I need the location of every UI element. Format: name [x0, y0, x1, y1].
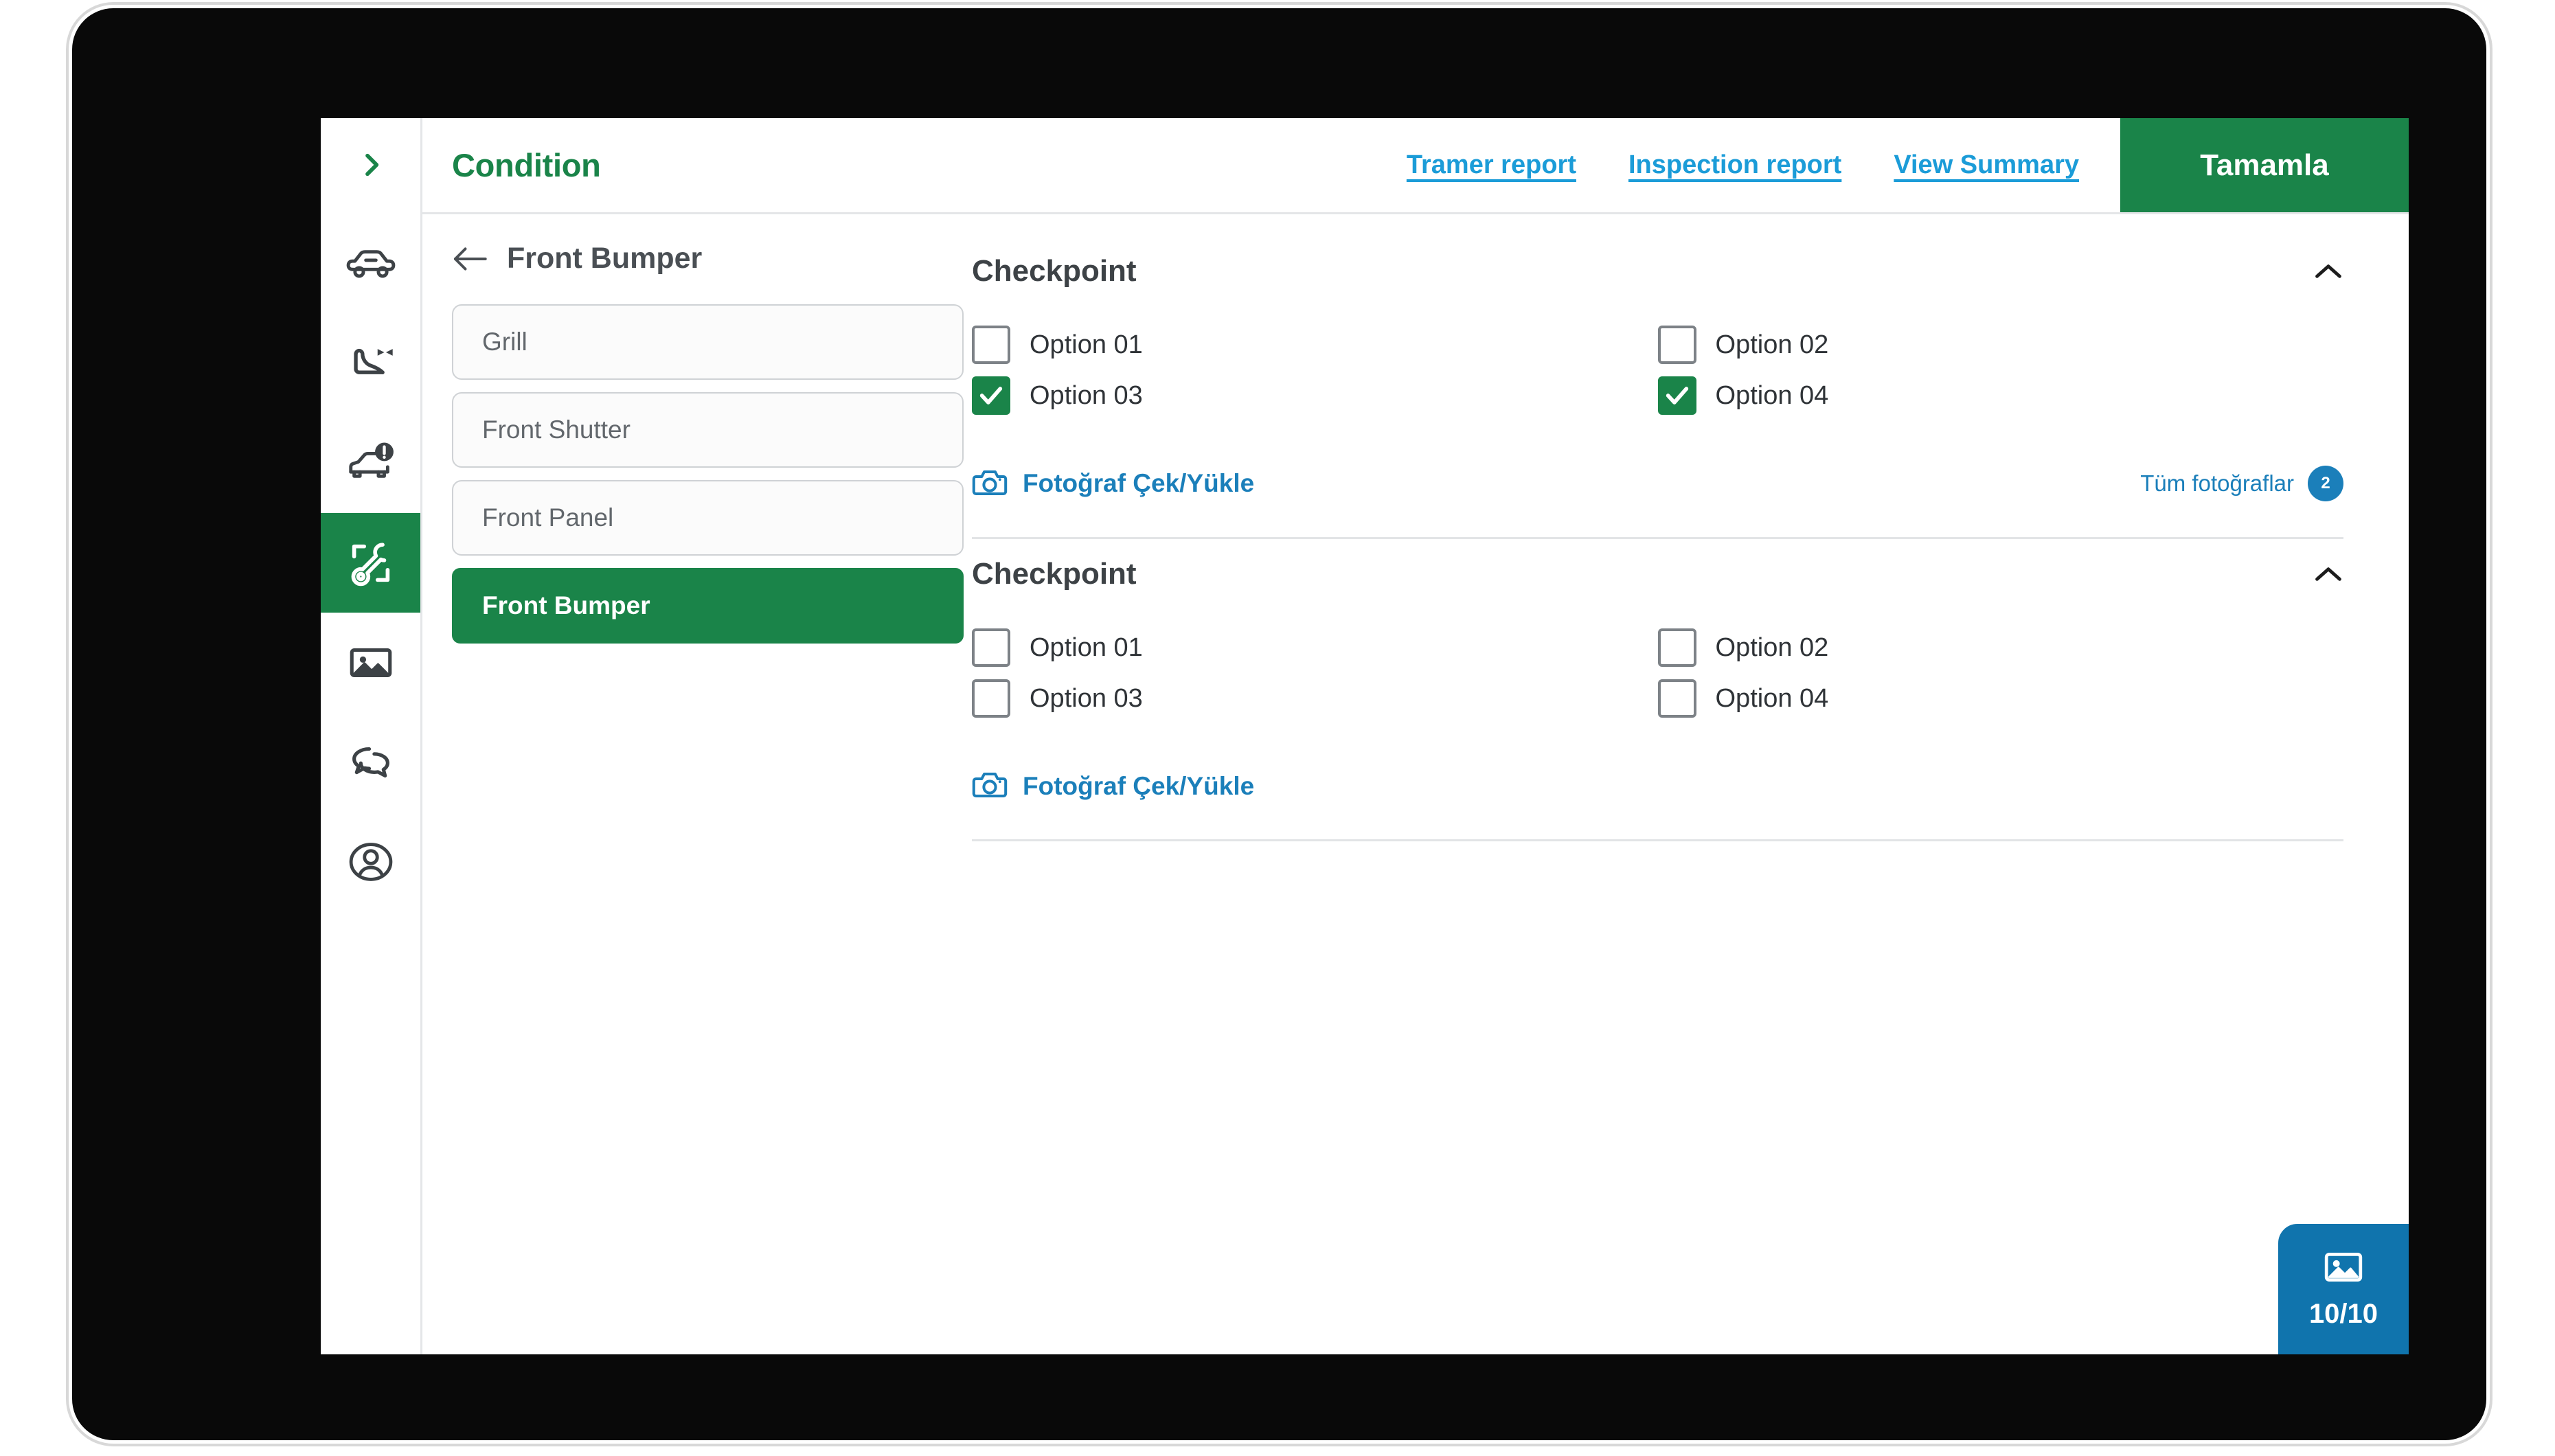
parts-panel-title: Front Bumper	[507, 242, 702, 275]
checkbox-box[interactable]	[972, 679, 1010, 718]
checkbox-option-01[interactable]: Option 01	[972, 326, 1658, 364]
app-body: Front Bumper Grill Front Shutter Front P…	[422, 214, 2409, 1354]
view-summary-link[interactable]: View Summary	[1894, 150, 2079, 180]
app-header: Condition Tramer report Inspection repor…	[422, 118, 2409, 214]
checkbox-box[interactable]	[1658, 628, 1696, 667]
take-upload-photo-button[interactable]: Fotoğraf Çek/Yükle	[972, 769, 1254, 804]
take-upload-photo-label: Fotoğraf Çek/Yükle	[1023, 772, 1254, 801]
sidebar-item-chat[interactable]	[321, 712, 420, 812]
all-photos-label: Tüm fotoğraflar	[2140, 470, 2294, 497]
gallery-fab-count: 10/10	[2309, 1299, 2378, 1330]
checkpoint-header: Checkpoint	[972, 542, 2343, 591]
checkbox-label: Option 02	[1716, 633, 1829, 663]
checkpoint-footer: Fotoğraf Çek/Yükle	[972, 769, 2343, 839]
part-item-grill[interactable]: Grill	[452, 304, 964, 380]
checkpoint-options: Option 01 Option 02	[972, 326, 2343, 415]
checkbox-label: Option 01	[1030, 633, 1143, 663]
chat-icon	[344, 736, 398, 789]
inspection-report-link[interactable]: Inspection report	[1628, 150, 1841, 180]
tools-icon	[344, 536, 398, 590]
tablet-frame: Condition Tramer report Inspection repor…	[72, 8, 2486, 1440]
take-upload-photo-button[interactable]: Fotoğraf Çek/Yükle	[972, 466, 1254, 501]
take-upload-photo-label: Fotoğraf Çek/Yükle	[1023, 469, 1254, 498]
checkbox-box[interactable]	[1658, 679, 1696, 718]
checkbox-label: Option 03	[1030, 684, 1143, 714]
part-item-front-panel[interactable]: Front Panel	[452, 480, 964, 556]
car-icon	[344, 238, 398, 291]
checkbox-option-02[interactable]: Option 02	[1658, 326, 2344, 364]
checkbox-box[interactable]	[972, 376, 1010, 415]
checkpoint-section: Checkpoint Option 01	[972, 542, 2343, 844]
sidebar-item-vehicle[interactable]	[321, 214, 420, 314]
sidebar-item-condition[interactable]	[321, 513, 420, 613]
checkbox-option-01[interactable]: Option 01	[972, 628, 1658, 667]
checkbox-label: Option 04	[1716, 381, 1829, 411]
checkpoints-list: Checkpoint Option 01	[972, 214, 2409, 1354]
checkpoint-section: Checkpoint Option 01	[972, 239, 2343, 542]
app-screen: Condition Tramer report Inspection repor…	[321, 118, 2409, 1354]
sidebar-item-damage[interactable]	[321, 413, 420, 513]
sidebar-expand-button[interactable]	[321, 118, 420, 214]
complete-button[interactable]: Tamamla	[2120, 118, 2409, 212]
header-links: Tramer report Inspection report View Sum…	[601, 118, 2120, 212]
main-area: Condition Tramer report Inspection repor…	[422, 118, 2409, 1354]
chevron-up-icon[interactable]	[2313, 262, 2343, 281]
user-icon	[345, 837, 396, 887]
checkpoint-options: Option 01 Option 02	[972, 628, 2343, 718]
checkpoint-title: Checkpoint	[972, 557, 1137, 591]
parts-panel: Front Bumper Grill Front Shutter Front P…	[422, 214, 972, 1354]
chevron-up-icon[interactable]	[2313, 565, 2343, 584]
chevron-right-icon	[357, 146, 385, 187]
checkpoint-title: Checkpoint	[972, 254, 1137, 288]
image-icon	[345, 637, 396, 688]
car-alert-icon	[344, 437, 398, 490]
road-icon	[344, 337, 398, 391]
sidebar-item-profile[interactable]	[321, 812, 420, 911]
section-divider	[972, 839, 2343, 841]
sidebar-items	[321, 214, 420, 911]
image-icon	[2322, 1249, 2365, 1289]
checkbox-option-03[interactable]: Option 03	[972, 376, 1658, 415]
part-item-front-shutter[interactable]: Front Shutter	[452, 392, 964, 468]
checkpoint-header: Checkpoint	[972, 239, 2343, 288]
checkbox-label: Option 02	[1716, 330, 1829, 360]
checkbox-label: Option 03	[1030, 381, 1143, 411]
section-divider	[972, 537, 2343, 539]
page-title: Condition	[422, 118, 601, 212]
arrow-left-icon[interactable]	[452, 245, 488, 273]
checkbox-label: Option 01	[1030, 330, 1143, 360]
camera-icon	[972, 769, 1008, 804]
all-photos-count-badge: 2	[2308, 466, 2343, 501]
checkbox-option-04[interactable]: Option 04	[1658, 376, 2344, 415]
part-item-front-bumper[interactable]: Front Bumper	[452, 568, 964, 644]
checkbox-option-04[interactable]: Option 04	[1658, 679, 2344, 718]
checkbox-box[interactable]	[1658, 326, 1696, 364]
checkbox-box[interactable]	[1658, 376, 1696, 415]
checkbox-box[interactable]	[972, 326, 1010, 364]
camera-icon	[972, 466, 1008, 501]
checkbox-label: Option 04	[1716, 684, 1829, 714]
sidebar-icon-rail	[321, 118, 422, 1354]
parts-panel-header: Front Bumper	[452, 242, 972, 275]
all-photos-link[interactable]: Tüm fotoğraflar 2	[2140, 466, 2343, 501]
tramer-report-link[interactable]: Tramer report	[1407, 150, 1576, 180]
gallery-fab-button[interactable]: 10/10	[2278, 1224, 2409, 1354]
sidebar-item-road[interactable]	[321, 314, 420, 413]
checkbox-option-03[interactable]: Option 03	[972, 679, 1658, 718]
sidebar-item-photos[interactable]	[321, 613, 420, 712]
checkbox-box[interactable]	[972, 628, 1010, 667]
checkpoint-footer: Fotoğraf Çek/Yükle Tüm fotoğraflar 2	[972, 466, 2343, 537]
checkbox-option-02[interactable]: Option 02	[1658, 628, 2344, 667]
